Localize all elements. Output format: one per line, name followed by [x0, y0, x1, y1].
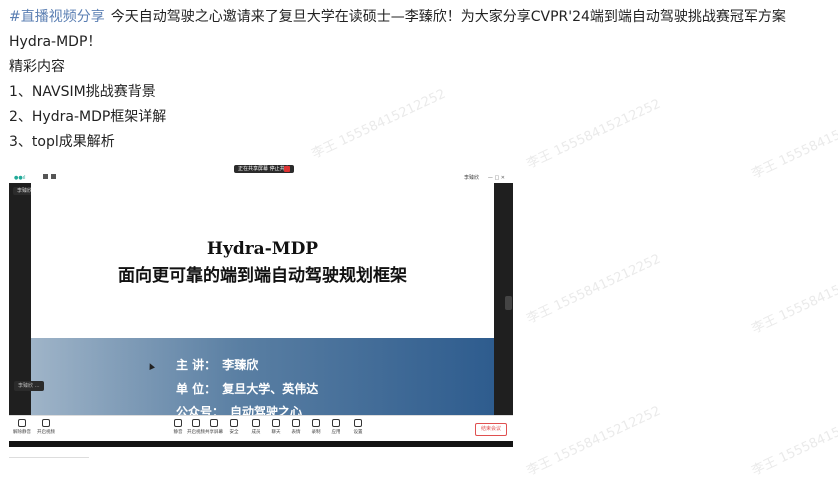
- post-body: #直播视频分享 今天自动驾驶之心邀请来了复旦大学在读硕士—李臻欣！为大家分享CVP…: [9, 5, 835, 155]
- affiliation-row: 单 位： 复旦大学、英伟达: [176, 380, 318, 397]
- watermark: 李王 15558415212252: [524, 403, 664, 479]
- watermark: 李王 15558415212252: [749, 261, 838, 337]
- slide-info-band: 主 讲： 李臻欣 单 位： 复旦大学、英伟达 公众号： 自动驾驶之心: [31, 338, 494, 419]
- slide-subtitle: 面向更可靠的端到端自动驾驶规划框架: [118, 266, 407, 286]
- mic-icon: [174, 419, 182, 427]
- toolbar-label: 共享屏幕: [205, 430, 223, 435]
- toolbar-label: 应用: [331, 430, 341, 435]
- divider: [9, 457, 89, 458]
- post-intro-line: #直播视频分享 今天自动驾驶之心邀请来了复旦大学在读硕士—李臻欣！为大家分享CVP…: [9, 5, 835, 30]
- shield-icon: [230, 419, 238, 427]
- pause-icon[interactable]: [43, 174, 48, 179]
- affiliation-key: 单 位：: [176, 382, 217, 396]
- presentation-slide: Hydra-MDP 面向更可靠的端到端自动驾驶规划框架 主 讲： 李臻欣 单 位：…: [31, 183, 494, 419]
- speaker-row: 主 讲： 李臻欣: [176, 356, 258, 373]
- speaker-key: 主 讲：: [176, 358, 217, 372]
- toolbar-label: 成员: [251, 430, 261, 435]
- hashtag-link[interactable]: #直播视频分享: [9, 9, 105, 25]
- participant-chip[interactable]: 李臻欣 …: [14, 381, 44, 391]
- stop-share-icon[interactable]: [284, 166, 290, 172]
- content-item-3: 3、topl成果解析: [9, 134, 115, 150]
- speaker-value: 李臻欣: [222, 358, 259, 372]
- side-panel-toggle[interactable]: [505, 296, 512, 310]
- stop-icon[interactable]: [51, 174, 56, 179]
- start-video-button[interactable]: 开启视频: [35, 419, 57, 435]
- affiliation-value: 复旦大学、英伟达: [222, 382, 319, 396]
- emoji-icon: [292, 419, 300, 427]
- record-icon: [312, 419, 320, 427]
- toolbar-share[interactable]: 共享屏幕: [203, 419, 225, 435]
- toolbar-label: 安全: [229, 430, 239, 435]
- content-item-1: 1、NAVSIM挑战赛背景: [9, 84, 156, 100]
- speaker-name: 李臻欣: [17, 188, 33, 194]
- toolbar-label: 聊天: [271, 430, 281, 435]
- toolbar-apps[interactable]: 应用: [325, 419, 347, 435]
- watermark: 李王 15558415212252: [524, 251, 664, 327]
- post-intro: 今天自动驾驶之心邀请来了复旦大学在读硕士—李臻欣！为大家分享CVPR'24端到端…: [110, 9, 786, 25]
- toolbar-label: 设置: [353, 430, 363, 435]
- members-icon: [252, 419, 260, 427]
- camera-icon: [192, 419, 200, 427]
- toolbar-security[interactable]: 安全: [223, 419, 245, 435]
- camera-icon: [42, 419, 50, 427]
- toolbar-members[interactable]: 成员: [245, 419, 267, 435]
- screenshot-bottom-edge: [9, 441, 513, 447]
- toolbar-label: 静音: [173, 430, 183, 435]
- toolbar-emoji[interactable]: 表情: [285, 419, 307, 435]
- start-video-label: 开启视频: [37, 430, 55, 435]
- watermark: 李王 15558415212252: [749, 403, 838, 479]
- mic-icon: [18, 419, 26, 427]
- unmute-button[interactable]: 解除静音: [11, 419, 33, 435]
- toolbar-label: 表情: [291, 430, 301, 435]
- end-meeting-button[interactable]: 结束会议: [474, 423, 507, 436]
- share-icon: [210, 419, 218, 427]
- toolbar-settings[interactable]: 设置: [347, 419, 369, 435]
- toolbar-record[interactable]: 录制: [305, 419, 327, 435]
- slide-title: Hydra-MDP: [206, 239, 319, 259]
- meeting-top-bar: 正在共享屏幕 停止共享 ●●ıl 李臻欣 — □ ✕: [9, 163, 513, 183]
- apps-icon: [332, 419, 340, 427]
- toolbar-chat[interactable]: 聊天: [265, 419, 287, 435]
- post-intro-cont: Hydra-MDP！: [9, 34, 102, 50]
- chat-icon: [272, 419, 280, 427]
- section-title: 精彩内容: [9, 59, 65, 75]
- gear-icon: [354, 419, 362, 427]
- window-controls-icon[interactable]: — □ ✕: [488, 175, 505, 181]
- user-name: 李臻欣: [463, 175, 479, 181]
- toolbar-label: 录制: [311, 430, 321, 435]
- meeting-toolbar: 解除静音 开启视频 静音 开启视频 共享屏幕 安全 成员 聊天 表情 录制 应用…: [9, 415, 513, 442]
- signal-icon: ●●ıl: [14, 175, 26, 181]
- meeting-screenshot: 正在共享屏幕 停止共享 ●●ıl 李臻欣 — □ ✕ 李臻欣 Hydra-MDP…: [9, 163, 513, 447]
- unmute-label: 解除静音: [13, 430, 31, 435]
- content-item-2: 2、Hydra-MDP框架详解: [9, 109, 167, 125]
